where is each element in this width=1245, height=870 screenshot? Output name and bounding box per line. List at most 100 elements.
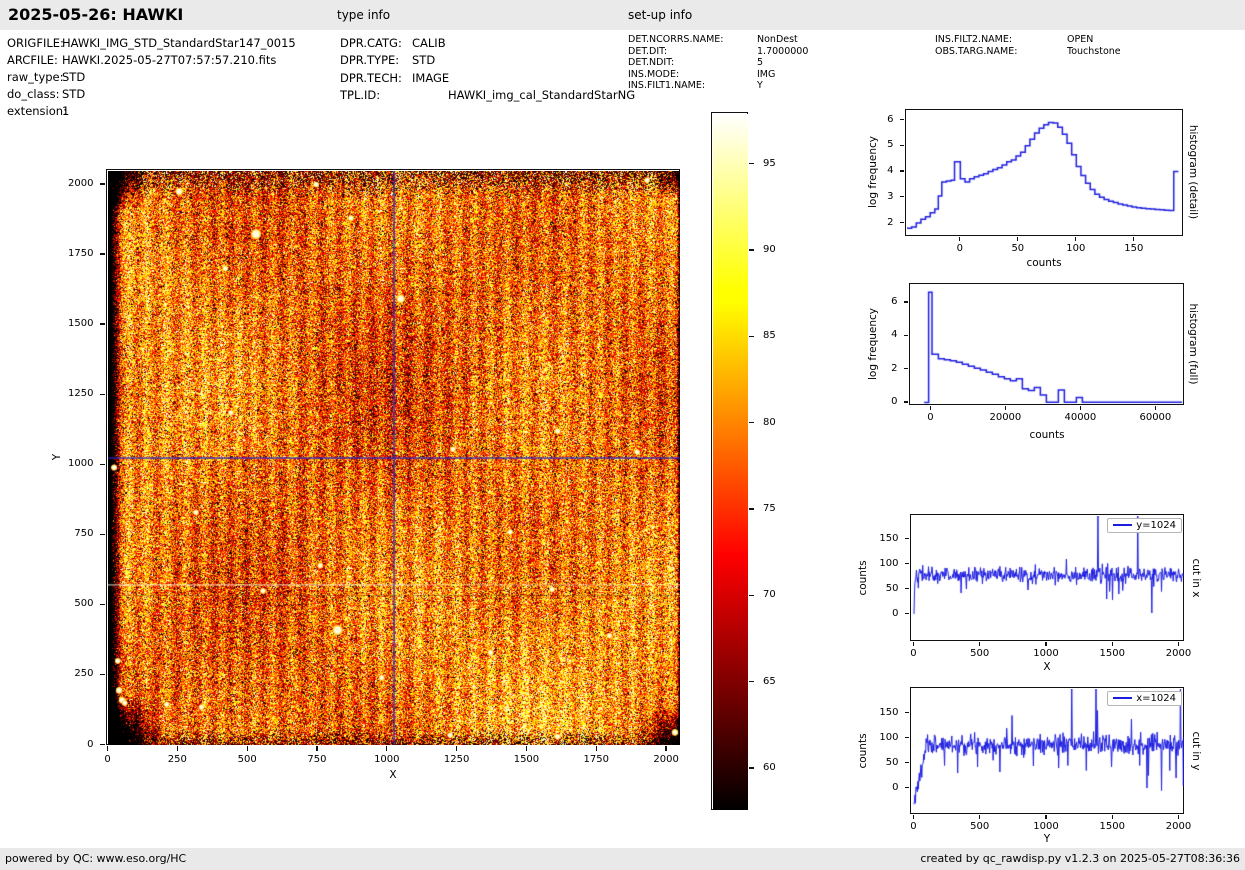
tick-label: 1500 (514, 754, 539, 765)
axis-tick-mark (100, 744, 105, 745)
tick-label: 0 (857, 608, 899, 619)
tick-label: 0 (927, 412, 933, 423)
histogram-detail-x-label: counts (1026, 257, 1061, 269)
axis-tick-mark (749, 508, 754, 509)
axis-tick-mark (100, 323, 105, 324)
tick-label: 500 (970, 648, 989, 659)
axis-tick-mark (749, 681, 754, 682)
axis-tick-mark (749, 249, 754, 250)
tick-label: 3 (852, 191, 894, 202)
legend-line-icon (1113, 524, 1132, 526)
axis-tick-mark (905, 588, 909, 589)
axis-tick-mark (100, 394, 105, 395)
axis-tick-mark (665, 746, 666, 751)
axis-tick-mark (979, 642, 980, 646)
axis-tick-mark (749, 767, 754, 768)
legend-line-icon (1113, 697, 1132, 699)
tick-label: 4 (852, 165, 894, 176)
meta-value: HAWKI_img_cal_StandardStarNG (448, 88, 635, 102)
tick-label: 2 (856, 363, 898, 374)
tick-label: 0 (104, 754, 110, 765)
histogram-full-canvas (911, 285, 1184, 405)
tick-label: 1500 (52, 318, 94, 329)
tick-label: 750 (307, 754, 326, 765)
meta-value: HAWKI_IMG_STD_StandardStar147_0015 (62, 36, 296, 50)
axis-tick-mark (1112, 642, 1113, 646)
axis-tick-mark (900, 222, 904, 223)
axis-tick-mark (100, 534, 105, 535)
axis-tick-mark (100, 253, 105, 254)
axis-tick-mark (1045, 815, 1046, 819)
axis-tick-mark (904, 335, 908, 336)
meta-label: DPR.CATG: (340, 36, 402, 50)
axis-tick-mark (247, 746, 248, 751)
tick-label: 1250 (444, 754, 469, 765)
axis-tick-mark (1178, 815, 1179, 819)
meta-label: INS.MODE: (628, 69, 679, 80)
tick-label: 100 (857, 732, 899, 743)
axis-tick-mark (900, 145, 904, 146)
meta-label: ORIGFILE: (7, 36, 64, 50)
page-title: 2025-05-26: HAWKI (8, 0, 183, 30)
axis-tick-mark (905, 787, 909, 788)
meta-value: HAWKI.2025-05-27T07:57:57.210.fits (62, 53, 276, 67)
axis-tick-mark (959, 237, 960, 241)
qc-report-page: 2025-05-26: HAWKI type info set-up info … (0, 0, 1245, 870)
tick-label: 50 (1011, 243, 1024, 254)
cut-in-y-canvas (912, 689, 1184, 814)
meta-label: DET.NCORRS.NAME: (628, 34, 724, 45)
header-bar: 2025-05-26: HAWKI type info set-up info (0, 0, 1245, 30)
main-image-canvas (108, 171, 680, 745)
axis-tick-mark (526, 746, 527, 751)
meta-value: STD (62, 87, 85, 101)
meta-label: DET.NDIT: (628, 57, 674, 68)
tick-label: 60000 (1139, 412, 1171, 423)
cut-in-x-canvas (912, 516, 1184, 641)
axis-tick-mark (900, 119, 904, 120)
tick-label: 0 (957, 243, 963, 254)
tick-label: 0 (856, 396, 898, 407)
tick-label: 1000 (374, 754, 399, 765)
axis-tick-mark (904, 401, 908, 402)
meta-value: Touchstone (1067, 46, 1121, 57)
meta-label: extension: (7, 104, 67, 118)
tick-label: 150 (857, 533, 899, 544)
histogram-detail-canvas (907, 111, 1183, 236)
tick-label: 250 (52, 668, 94, 679)
tick-label: 100 (857, 558, 899, 569)
axis-tick-mark (386, 746, 387, 751)
axis-tick-mark (749, 595, 754, 596)
axis-tick-mark (904, 301, 908, 302)
meta-label: INS.FILT2.NAME: (935, 34, 1012, 45)
axis-tick-mark (905, 613, 909, 614)
axis-tick-mark (749, 336, 754, 337)
tick-label: 2000 (1166, 821, 1191, 832)
meta-value: IMG (757, 69, 775, 80)
axis-tick-mark (749, 163, 754, 164)
tick-label: 1000 (1033, 821, 1058, 832)
axis-tick-mark (1045, 642, 1046, 646)
axis-tick-mark (1155, 406, 1156, 410)
cut-in-x-legend: y=1024 (1107, 518, 1182, 533)
tick-label: 6 (856, 296, 898, 307)
meta-value: 1 (62, 104, 69, 118)
tick-label: 0 (52, 739, 94, 750)
tick-label: 1500 (1099, 648, 1124, 659)
tick-label: 1250 (52, 388, 94, 399)
cut-in-y-legend: x=1024 (1107, 691, 1182, 706)
axis-tick-mark (904, 368, 908, 369)
tick-label: 95 (763, 158, 776, 169)
tick-label: 250 (168, 754, 187, 765)
tick-label: 1750 (52, 248, 94, 259)
axis-tick-mark (900, 170, 904, 171)
meta-label: DPR.TYPE: (340, 53, 399, 67)
footer-bar: powered by QC: www.eso.org/HC created by… (0, 848, 1245, 870)
tick-label: 500 (238, 754, 257, 765)
meta-label: OBS.TARG.NAME: (935, 46, 1017, 57)
tick-label: 150 (1124, 243, 1143, 254)
axis-tick-mark (107, 746, 108, 751)
axis-tick-mark (913, 642, 914, 646)
tick-label: 50 (857, 583, 899, 594)
setup-info-heading: set-up info (628, 0, 692, 30)
axis-tick-mark (900, 196, 904, 197)
